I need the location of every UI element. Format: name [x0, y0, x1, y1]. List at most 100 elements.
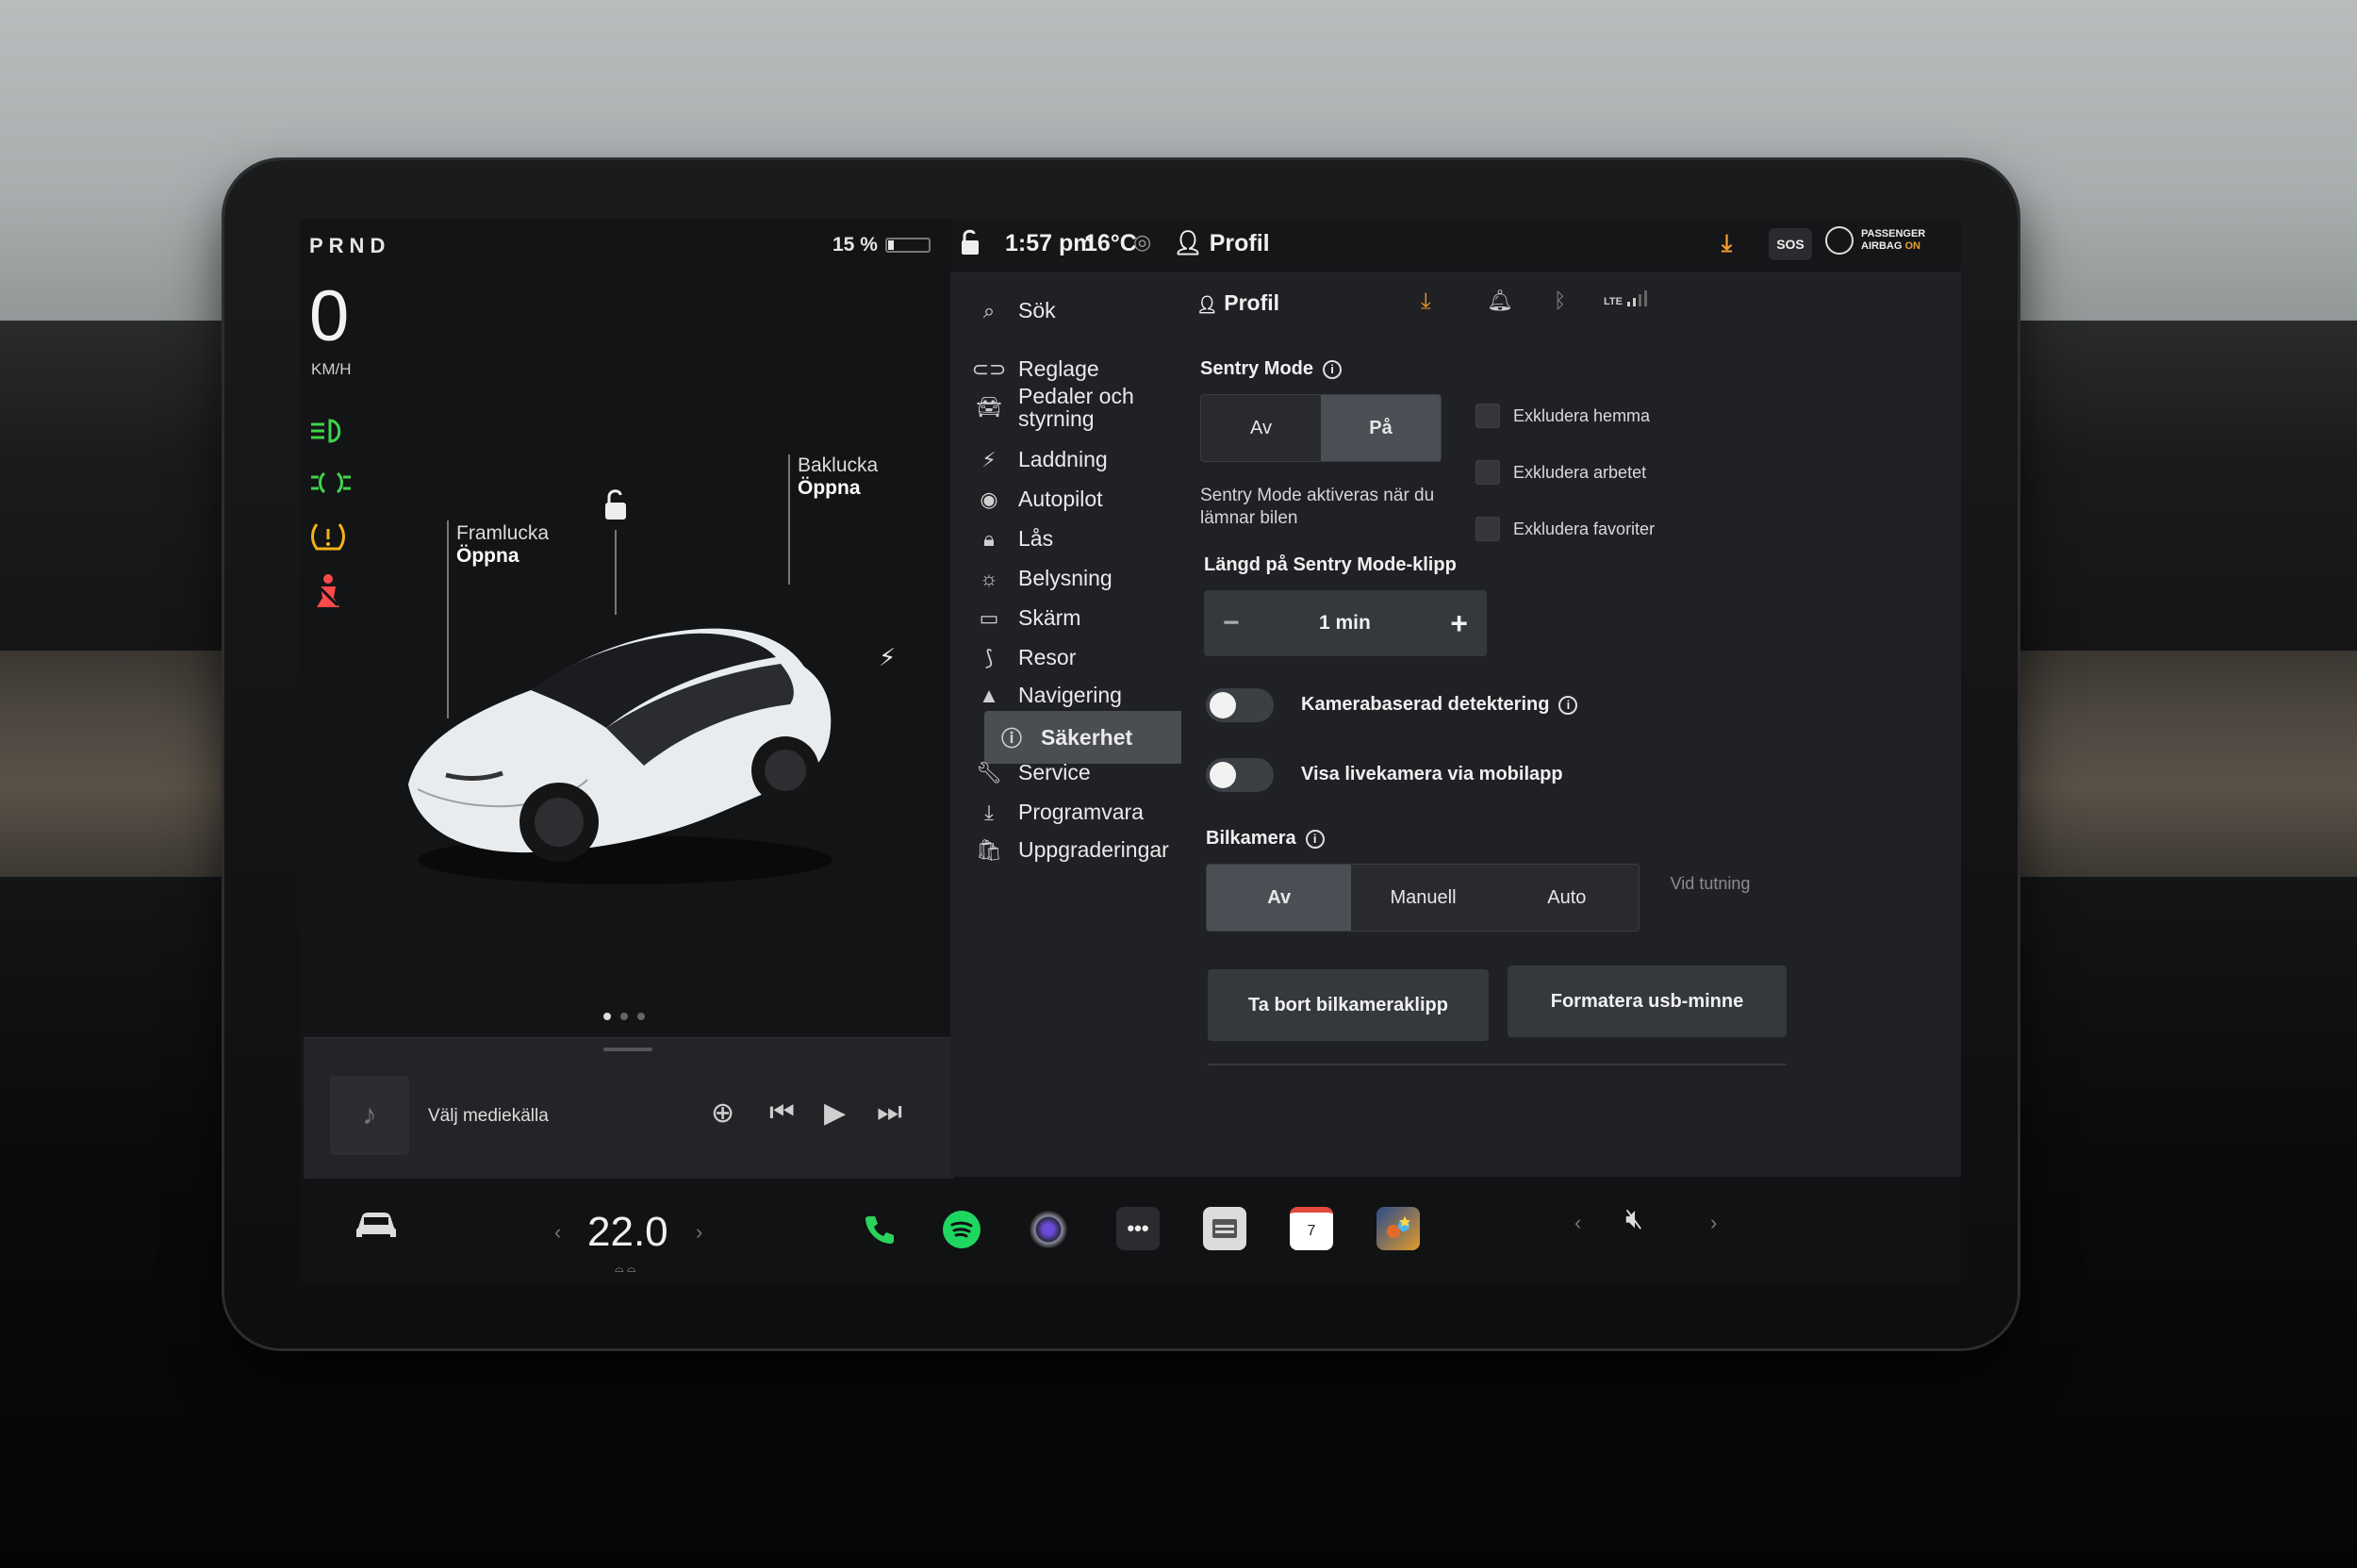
delete-dashcam-clips-button[interactable]: Ta bort bilkameraklipp [1208, 969, 1489, 1041]
profile-status[interactable]: 👤︎ Profil [1173, 230, 1270, 257]
live-camera-label: Visa livekamera via mobilapp [1301, 764, 1563, 784]
charge-port-icon[interactable]: ⚡ [879, 643, 896, 672]
menu-item[interactable]: ▭ Skärm [977, 605, 1212, 631]
tire-pressure-warning-icon [309, 520, 347, 560]
settings-menu: ⌕ Sök ⊂⊃ Reglage 🚘︎ Pedaler och styrning ⚡︎ Lad… [950, 272, 1278, 1177]
mute-icon[interactable]: 🔇︎ [1625, 1203, 1643, 1235]
temp-down-chevron-icon[interactable]: ‹ [554, 1220, 561, 1245]
menu-item[interactable]: ⟆ Resor [977, 645, 1212, 670]
status-bar: 1:57 pm 16°C ◎ 👤︎ Profil ⤓ SOS PASSENGER… [950, 219, 1961, 272]
calendar-icon[interactable]: 7 [1290, 1207, 1333, 1250]
menu-item-label: Sök [1018, 298, 1056, 322]
media-source-label[interactable]: Välj mediekälla [428, 1106, 549, 1127]
menu-item[interactable]: ⤓ Programvara [977, 800, 1212, 825]
sun-icon: ☼ [979, 566, 999, 590]
calendar-day: 7 [1307, 1223, 1316, 1239]
temp-up-chevron-icon[interactable]: › [696, 1220, 702, 1245]
camera-detection-toggle[interactable] [1206, 688, 1274, 722]
steering-wheel-icon: ◉ [980, 487, 998, 511]
menu-item[interactable]: ⚡︎ Laddning [977, 447, 1212, 472]
person-icon: 👤︎ [1196, 295, 1218, 314]
camera-detection-label: Kamerabaserad detektering i [1301, 694, 1578, 716]
menu-item[interactable]: ▲ Navigering [977, 683, 1212, 708]
frunk-label[interactable]: Framlucka Öppna [456, 522, 549, 568]
bluetooth-icon[interactable]: ᛒ [1554, 289, 1566, 313]
menu-item-label: Navigering [1018, 683, 1122, 707]
minus-icon[interactable]: − [1223, 607, 1240, 639]
checkbox[interactable] [1475, 404, 1500, 428]
unlock-icon[interactable] [600, 487, 632, 521]
clip-length-stepper: − 1 min + [1204, 590, 1487, 656]
media-drawer-handle[interactable] [603, 1048, 652, 1051]
airbag-line2: AIRBAG [1861, 240, 1903, 252]
next-track-icon[interactable]: ⏭ [877, 1097, 902, 1129]
menu-item-label: Säkerhet [1041, 724, 1133, 750]
format-usb-button[interactable]: Formatera usb-minne [1508, 966, 1787, 1037]
camera-icon[interactable] [1030, 1211, 1067, 1248]
exclude-home-checkbox[interactable]: Exkludera hemma [1475, 404, 1650, 428]
page-dots [603, 1013, 645, 1020]
info-icon[interactable]: i [1323, 359, 1343, 379]
volume-down-chevron-icon[interactable]: ‹ [1574, 1211, 1581, 1235]
dashcam-auto-option[interactable]: Auto [1495, 865, 1639, 931]
car-icon[interactable] [353, 1209, 400, 1246]
dashcam-manual-option[interactable]: Manuell [1351, 865, 1494, 931]
exclude-work-label: Exkludera arbetet [1513, 462, 1647, 482]
headlight-icon [309, 417, 347, 453]
dashcam-honk-option[interactable]: Vid tutning [1658, 873, 1762, 894]
exclude-favorites-checkbox[interactable]: Exkludera favoriter [1475, 517, 1655, 541]
airbag-text: PASSENGER AIRBAG ON [1861, 228, 1925, 253]
menu-item[interactable]: ⌕ Sök [977, 298, 1212, 323]
person-icon: 👤︎ [1173, 230, 1203, 256]
phone-icon[interactable] [858, 1207, 901, 1250]
sentry-off-option[interactable]: Av [1201, 395, 1321, 461]
more-icon[interactable]: ••• [1116, 1207, 1160, 1250]
trunk-label-title: Baklucka [798, 454, 879, 476]
download-icon[interactable]: ⤓ [1722, 230, 1732, 257]
exclude-work-checkbox[interactable]: Exkludera arbetet [1475, 460, 1646, 485]
sentry-on-option[interactable]: På [1321, 395, 1441, 461]
previous-track-icon[interactable]: ⏮ [769, 1097, 795, 1129]
add-favorite-icon[interactable]: ⊕ [711, 1097, 734, 1130]
info-icon[interactable]: i [1305, 829, 1325, 849]
battery-indicator: 15 % [832, 234, 931, 256]
plus-icon[interactable]: + [1450, 606, 1468, 641]
arcade-icon[interactable] [1376, 1207, 1420, 1250]
menu-item-label: Service [1018, 760, 1091, 784]
menu-item[interactable]: ⊂⊃ Reglage [972, 356, 1212, 382]
profile-title: Profil [1224, 290, 1280, 315]
download-icon[interactable]: ⤓ [1421, 289, 1431, 315]
sentry-mode-title: Sentry Mode i [1200, 358, 1343, 380]
menu-item[interactable]: 🚘︎ Pedaler och styrning [976, 385, 1212, 430]
play-icon[interactable]: ▶ [824, 1097, 846, 1130]
menu-item[interactable]: 🔧︎ Service [976, 760, 1212, 785]
lock-icon: 🔒︎ [983, 526, 995, 551]
dashcam-off-option[interactable]: Av [1207, 865, 1352, 931]
trunk-label[interactable]: Baklucka Öppna [798, 454, 878, 500]
sentry-status-icon[interactable]: ◎ [1133, 230, 1151, 255]
airbag-line1: PASSENGER [1861, 228, 1926, 239]
spotify-icon[interactable] [943, 1211, 981, 1248]
menu-item[interactable]: ☼ Belysning [977, 566, 1212, 591]
info-icon[interactable]: i [1558, 695, 1578, 715]
seat-heater-icon[interactable]: ⌓ ⌓ [615, 1262, 635, 1276]
lte-signal-icon: LTE [1604, 289, 1648, 307]
cabin-temperature[interactable]: 22.0 [587, 1209, 668, 1256]
bell-icon[interactable]: 🔔︎ [1487, 289, 1513, 313]
menu-item[interactable]: 🛍︎ Uppgraderingar [976, 837, 1212, 863]
toggle-knob [1210, 762, 1236, 788]
menu-item[interactable]: ◉ Autopilot [977, 487, 1212, 512]
menu-item-label: Uppgraderingar [1018, 837, 1169, 862]
exclude-favorites-label: Exkludera favoriter [1513, 519, 1656, 538]
checkbox[interactable] [1475, 460, 1500, 485]
battery-fill [887, 240, 895, 250]
unlock-status-icon[interactable] [958, 228, 982, 263]
menu-item[interactable]: 🔒︎ Lås [977, 526, 1212, 552]
profile-header[interactable]: 👤︎ Profil [1196, 290, 1279, 316]
toybox-icon[interactable] [1203, 1207, 1246, 1250]
bolt-icon: ⚡︎ [981, 447, 997, 471]
sos-button[interactable]: SOS [1769, 228, 1812, 260]
checkbox[interactable] [1475, 517, 1500, 541]
live-camera-toggle[interactable] [1206, 758, 1274, 792]
volume-up-chevron-icon[interactable]: › [1710, 1211, 1717, 1235]
